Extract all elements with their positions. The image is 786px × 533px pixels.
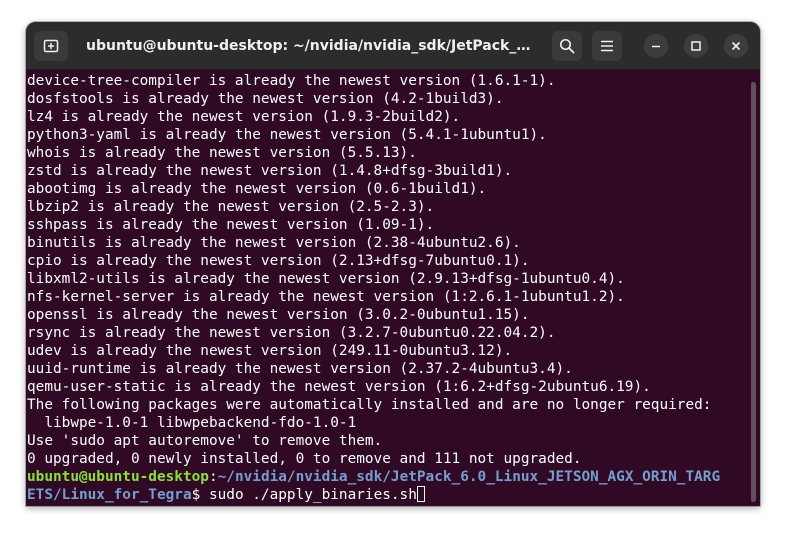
search-button[interactable] (552, 31, 582, 61)
prompt-line-continued: ETS/Linux_for_Tegra$ sudo ./apply_binari… (27, 486, 748, 504)
terminal-line: nfs-kernel-server is already the newest … (27, 289, 625, 305)
minimize-button[interactable] (644, 34, 668, 58)
close-icon (731, 41, 741, 51)
terminal-line: dosfstools is already the newest version… (27, 91, 504, 107)
terminal-line: qemu-user-static is already the newest v… (27, 379, 651, 395)
prompt-path: ~/nvidia/nvidia_sdk/JetPack_6.0_Linux_JE… (217, 469, 721, 485)
hamburger-menu-icon (601, 40, 613, 52)
terminal-line: libxml2-utils is already the newest vers… (27, 271, 625, 287)
prompt-symbol: $ (191, 487, 209, 503)
maximize-icon (691, 41, 701, 51)
scrollbar-thumb[interactable] (751, 82, 756, 502)
terminal-line: abootimg is already the newest version (… (27, 181, 487, 197)
terminal-line: uuid-runtime is already the newest versi… (27, 361, 573, 377)
terminal-line: lbzip2 is already the newest version (2.… (27, 199, 435, 215)
terminal-line: openssl is already the newest version (3… (27, 307, 530, 323)
new-tab-icon (43, 39, 59, 53)
search-icon (559, 38, 575, 54)
terminal-line: rsync is already the newest version (3.2… (27, 325, 556, 341)
prompt-line: ubuntu@ubuntu-desktop:~/nvidia/nvidia_sd… (27, 468, 748, 486)
terminal-output[interactable]: device-tree-compiler is already the newe… (26, 70, 748, 506)
minimize-icon (652, 45, 660, 48)
terminal-line: sshpass is already the newest version (1… (27, 217, 435, 233)
terminal-line: cpio is already the newest version (2.13… (27, 253, 530, 269)
text-cursor (416, 486, 425, 502)
terminal-line: zstd is already the newest version (1.4.… (27, 163, 513, 179)
title-bar: ubuntu@ubuntu-desktop: ~/nvidia/nvidia_s… (26, 22, 760, 70)
prompt-user-host: ubuntu@ubuntu-desktop (27, 469, 209, 485)
terminal-line: The following packages were automaticall… (27, 397, 712, 413)
terminal-line: device-tree-compiler is already the newe… (27, 73, 556, 89)
terminal-line: 0 upgraded, 0 newly installed, 0 to remo… (27, 451, 582, 467)
scrollbar[interactable] (750, 74, 758, 502)
menu-button[interactable] (592, 31, 622, 61)
terminal-line: lz4 is already the newest version (1.9.3… (27, 109, 461, 125)
command-input[interactable]: sudo ./apply_binaries.sh (209, 487, 417, 503)
terminal-line: udev is already the newest version (249.… (27, 343, 513, 359)
new-tab-button[interactable] (34, 31, 68, 61)
window-title: ubuntu@ubuntu-desktop: ~/nvidia/nvidia_s… (86, 38, 534, 54)
terminal-line: libwpe-1.0-1 libwpebackend-fdo-1.0-1 (27, 415, 357, 431)
terminal-window: ubuntu@ubuntu-desktop: ~/nvidia/nvidia_s… (26, 22, 760, 506)
close-button[interactable] (724, 34, 748, 58)
terminal-line: binutils is already the newest version (… (27, 235, 521, 251)
terminal-line: whois is already the newest version (5.5… (27, 145, 417, 161)
maximize-button[interactable] (684, 34, 708, 58)
terminal-line: python3-yaml is already the newest versi… (27, 127, 547, 143)
terminal-line: Use 'sudo apt autoremove' to remove them… (27, 433, 383, 449)
prompt-colon: : (208, 469, 218, 485)
prompt-path-continued: ETS/Linux_for_Tegra (27, 487, 192, 503)
